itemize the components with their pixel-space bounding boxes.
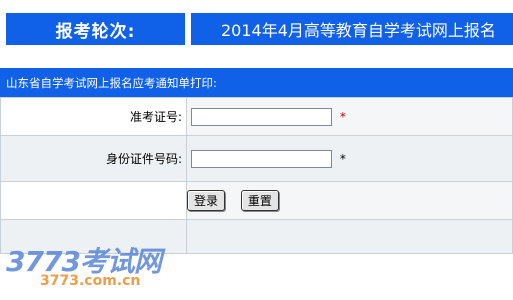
exam-round-value: 2014年4月高等教育自学考试网上报名 [191,13,513,45]
required-mark: * [339,109,346,124]
login-form: 准考证号: * 身份证件号码: * 登录 重置 [0,97,513,254]
exam-round-label: 报考轮次: [6,13,185,45]
login-button[interactable]: 登录 [187,190,226,211]
form-row-ticket: 准考证号: * [0,97,513,136]
ticket-number-label: 准考证号: [0,97,187,136]
empty-cell [186,219,513,254]
reset-button[interactable]: 重置 [240,190,279,211]
id-number-label: 身份证件号码: [0,135,187,182]
empty-cell [0,181,187,220]
buttons-cell: 登录 重置 [186,181,513,220]
id-number-input[interactable] [191,149,332,168]
watermark-url: 3773.com.cn [40,273,141,289]
section-title: 山东省自学考试网上报名应考通知单打印: [0,68,513,97]
ticket-number-input[interactable] [191,107,332,126]
required-mark: * [339,151,346,166]
form-row-buttons: 登录 重置 [0,181,513,220]
form-row-id: 身份证件号码: * [0,135,513,182]
id-number-cell: * [186,135,513,182]
banner-divider [186,13,190,45]
ticket-number-cell: * [186,97,513,136]
top-banner: 报考轮次: 2014年4月高等教育自学考试网上报名 [0,0,513,45]
